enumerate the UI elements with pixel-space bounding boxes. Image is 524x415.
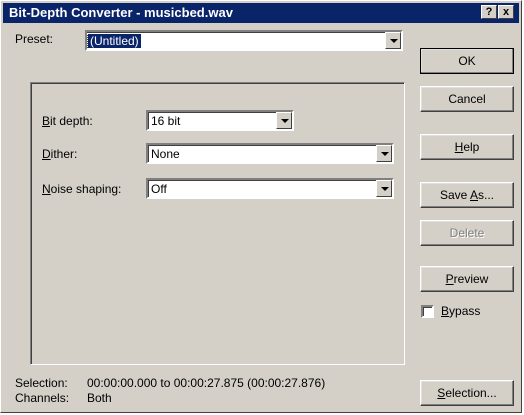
delete-button[interactable]: Delete: [420, 220, 514, 246]
help-button[interactable]: Help: [420, 134, 514, 160]
preset-dropdown[interactable]: (Untitled): [85, 30, 403, 51]
noise-shaping-label: Noise shaping:: [42, 182, 122, 196]
dither-label: Dither:: [42, 147, 78, 161]
help-icon[interactable]: ?: [481, 5, 497, 19]
dialog-window: Bit-Depth Converter - musicbed.wav ? x P…: [0, 0, 522, 413]
channels-status-label: Channels:: [15, 391, 70, 405]
cancel-button[interactable]: Cancel: [420, 86, 514, 112]
bit-depth-dropdown[interactable]: 16 bit: [146, 110, 294, 131]
noise-shaping-value: Off: [151, 182, 167, 196]
noise-shaping-dropdown[interactable]: Off: [146, 178, 394, 199]
chevron-down-icon[interactable]: [376, 180, 392, 197]
bypass-label[interactable]: Bypass: [441, 304, 480, 318]
dither-dropdown[interactable]: None: [146, 143, 394, 164]
preview-button[interactable]: Preview: [420, 266, 514, 292]
dither-value: None: [151, 147, 180, 161]
title-bar[interactable]: Bit-Depth Converter - musicbed.wav ? x: [3, 3, 519, 23]
bit-depth-value: 16 bit: [151, 114, 181, 128]
window-title: Bit-Depth Converter - musicbed.wav: [9, 5, 233, 20]
close-icon[interactable]: x: [498, 5, 514, 19]
chevron-down-icon[interactable]: [376, 145, 392, 162]
selection-status-value: 00:00:00.000 to 00:00:27.875 (00:00:27.8…: [87, 376, 326, 390]
bypass-checkbox[interactable]: [421, 305, 434, 318]
preset-value: (Untitled): [87, 33, 142, 49]
save-as-button[interactable]: Save As...: [420, 182, 514, 208]
chevron-down-icon[interactable]: [276, 112, 292, 129]
bit-depth-label: Bit depth:: [42, 114, 93, 128]
preset-label: Preset:: [15, 32, 54, 46]
selection-button[interactable]: Selection...: [420, 380, 514, 406]
selection-status-label: Selection:: [15, 376, 68, 390]
channels-status-value: Both: [87, 391, 112, 405]
chevron-down-icon[interactable]: [385, 32, 401, 49]
ok-button[interactable]: OK: [420, 48, 514, 74]
